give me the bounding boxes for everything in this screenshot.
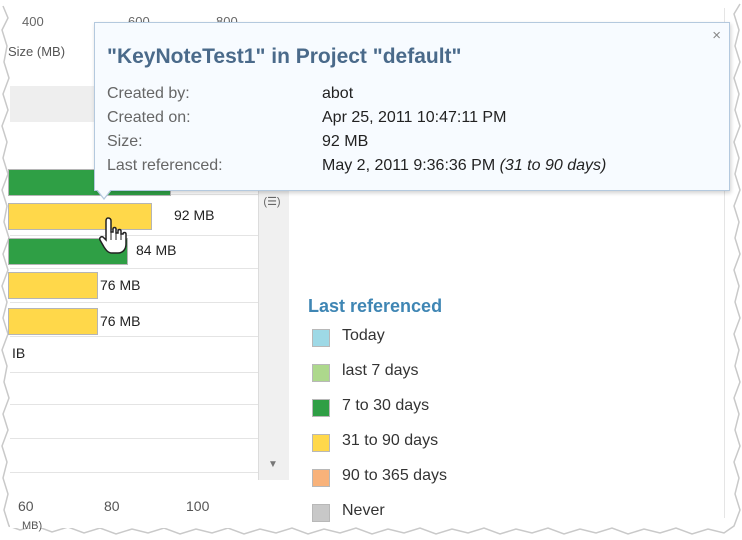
legend-label: 7 to 30 days bbox=[342, 397, 430, 414]
screenshot-canvas: 400 600 800 Size (MB) 92 MB 84 MB 76 MB … bbox=[0, 0, 742, 540]
tooltip-value: abot bbox=[322, 85, 354, 102]
tooltip-label: Last referenced: bbox=[107, 157, 223, 174]
row-divider bbox=[10, 438, 258, 439]
top-axis-title: Size (MB) bbox=[8, 44, 66, 59]
tooltip-pointer-fill bbox=[97, 189, 111, 198]
row-divider bbox=[10, 235, 258, 236]
row-divider bbox=[10, 336, 258, 337]
legend-item[interactable]: 90 to 365 days bbox=[312, 466, 512, 490]
bar[interactable] bbox=[8, 272, 98, 299]
tooltip-value: May 2, 2011 9:36:36 PM (31 to 90 days) bbox=[322, 157, 606, 175]
legend-item[interactable]: 7 to 30 days bbox=[312, 396, 512, 420]
bar-value-label: IB bbox=[12, 345, 26, 361]
legend-item[interactable]: 31 to 90 days bbox=[312, 431, 512, 455]
top-axis-tick: 400 bbox=[22, 14, 44, 29]
bottom-axis-tick: 80 bbox=[104, 498, 120, 514]
close-icon[interactable]: × bbox=[712, 27, 721, 44]
bottom-axis-tick: 60 bbox=[18, 498, 34, 514]
legend-label: 31 to 90 days bbox=[342, 432, 439, 449]
hand-cursor-icon bbox=[99, 217, 127, 254]
tooltip: × "KeyNoteTest1" in Project "default" Cr… bbox=[94, 22, 730, 191]
legend-label: 90 to 365 days bbox=[342, 467, 447, 484]
tooltip-range-note: (31 to 90 days) bbox=[499, 157, 607, 174]
tooltip-label: Created by: bbox=[107, 85, 190, 102]
vertical-scrollbar[interactable] bbox=[258, 188, 289, 480]
tooltip-title: "KeyNoteTest1" in Project "default" bbox=[107, 45, 462, 68]
tooltip-value: 92 MB bbox=[322, 133, 369, 150]
bottom-axis-tick: 100 bbox=[186, 498, 210, 514]
scroll-down-icon[interactable]: ▼ bbox=[266, 458, 280, 472]
bar-value-label: 76 MB bbox=[100, 277, 141, 293]
legend-swatch bbox=[312, 399, 330, 417]
legend-title: Last referenced bbox=[308, 296, 443, 316]
row-divider bbox=[10, 404, 258, 405]
bar[interactable] bbox=[8, 203, 152, 230]
legend-swatch bbox=[312, 434, 330, 452]
menu-icon[interactable]: (☰) bbox=[263, 195, 281, 209]
row-divider bbox=[10, 268, 258, 269]
bar[interactable] bbox=[8, 308, 98, 335]
legend-swatch bbox=[312, 364, 330, 382]
tooltip-date: May 2, 2011 9:36:36 PM bbox=[322, 157, 500, 174]
bar-value-label: 84 MB bbox=[136, 242, 177, 258]
legend-swatch bbox=[312, 469, 330, 487]
legend-swatch bbox=[312, 329, 330, 347]
legend-label: Never bbox=[342, 502, 385, 519]
tooltip-label: Size: bbox=[107, 133, 143, 150]
legend-item[interactable]: last 7 days bbox=[312, 361, 512, 385]
bottom-axis-title: MB) bbox=[22, 520, 43, 532]
row-divider bbox=[10, 472, 258, 473]
legend-item[interactable]: Today bbox=[312, 326, 512, 350]
row-divider bbox=[10, 302, 258, 303]
tooltip-value: Apr 25, 2011 10:47:11 PM bbox=[322, 109, 507, 126]
legend-label: Today bbox=[342, 327, 385, 344]
bar-value-label: 92 MB bbox=[174, 207, 215, 223]
legend-swatch bbox=[312, 504, 330, 522]
tooltip-label: Created on: bbox=[107, 109, 191, 126]
legend-label: last 7 days bbox=[342, 362, 419, 379]
row-divider bbox=[10, 372, 258, 373]
bar-value-label: 76 MB bbox=[100, 313, 141, 329]
legend-item[interactable]: Never bbox=[312, 501, 512, 525]
